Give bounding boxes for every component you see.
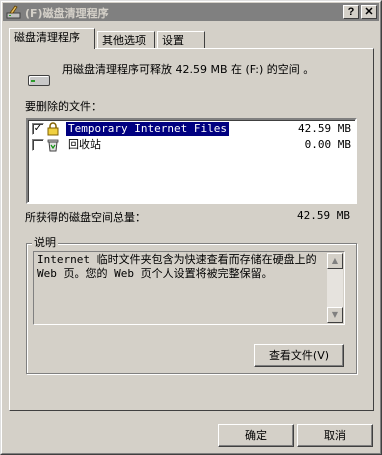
file-name: Temporary Internet Files [66, 122, 229, 136]
file-size: 42.59 MB [298, 122, 351, 135]
lock-folder-icon [47, 122, 59, 136]
total-value: 42.59 MB [297, 209, 350, 222]
help-button[interactable]: ? [343, 5, 359, 19]
description-text: Internet 临时文件夹包含为快速查看而存储在硬盘上的 Web 页。您的 W… [37, 253, 317, 280]
file-size: 0.00 MB [304, 138, 351, 151]
checkbox-recycle-bin[interactable] [32, 139, 44, 151]
view-files-button[interactable]: 查看文件(V) [254, 344, 344, 367]
list-item[interactable]: 回收站 0.00 MB [30, 138, 355, 153]
list-item[interactable]: ✓ Temporary Internet Files 42.59 MB [30, 122, 355, 137]
total-label: 所获得的磁盘空间总量： [25, 211, 146, 224]
ok-button[interactable]: 确定 [218, 424, 294, 447]
tab-settings[interactable]: 设置 [157, 31, 205, 49]
file-list[interactable]: ✓ Temporary Internet Files 42.59 MB 回收站 … [26, 118, 357, 204]
description-label: 说明 [32, 236, 58, 249]
scrollbar[interactable]: ▲ ▼ [327, 253, 343, 323]
disk-cleanup-window: (F)磁盘清理程序 ? ✕ 磁盘清理程序 其他选项 设置 用磁盘清理程序可释放 … [0, 0, 382, 455]
scroll-up-icon[interactable]: ▲ [327, 253, 343, 269]
summary-text: 用磁盘清理程序可释放 42.59 MB 在 (F:) 的空间 。 [62, 63, 315, 76]
scroll-down-icon[interactable]: ▼ [327, 307, 343, 323]
tab-disk-cleanup[interactable]: 磁盘清理程序 [9, 28, 95, 49]
checkbox-temp-files[interactable]: ✓ [32, 123, 44, 135]
window-title: (F)磁盘清理程序 [25, 7, 109, 20]
cancel-button[interactable]: 取消 [297, 424, 373, 447]
tab-more-options[interactable]: 其他选项 [97, 31, 155, 49]
disk-cleanup-icon [6, 5, 21, 19]
file-name: 回收站 [68, 138, 101, 151]
files-label: 要删除的文件： [25, 100, 102, 113]
description-box: Internet 临时文件夹包含为快速查看而存储在硬盘上的 Web 页。您的 W… [33, 251, 345, 325]
close-button[interactable]: ✕ [361, 5, 377, 19]
recycle-bin-icon [47, 139, 59, 152]
title-bar[interactable]: (F)磁盘清理程序 ? ✕ [3, 3, 379, 21]
